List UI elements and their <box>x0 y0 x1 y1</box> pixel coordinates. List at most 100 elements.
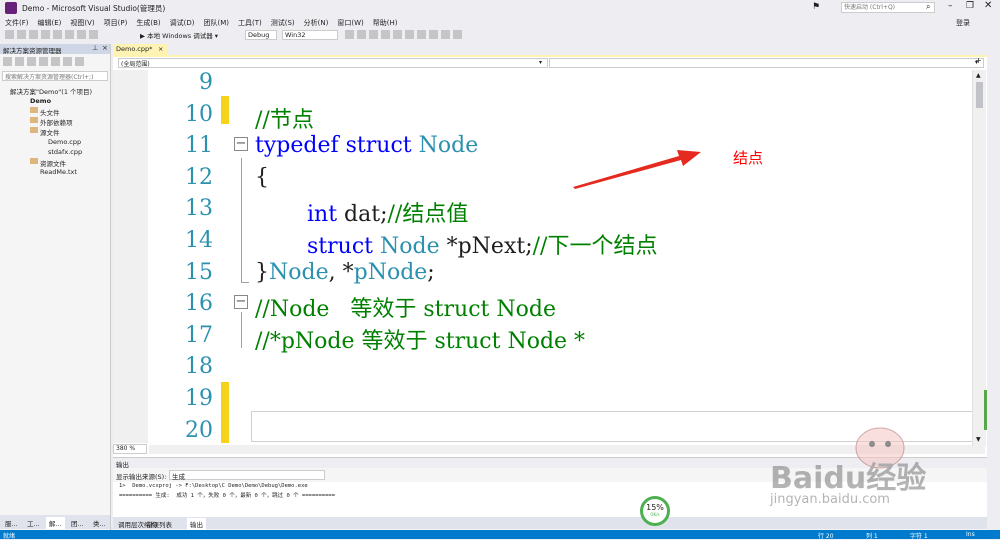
tool-icon[interactable] <box>345 30 354 39</box>
collapse-button[interactable]: − <box>234 295 248 309</box>
folder-icons <box>30 107 38 168</box>
properties-icon[interactable] <box>63 57 72 66</box>
collapse-button[interactable]: − <box>234 137 248 151</box>
code-line[interactable]: { <box>255 165 269 190</box>
scroll-up-icon[interactable]: ▲ <box>976 72 981 79</box>
tree-source[interactable]: 源文件 <box>40 127 60 137</box>
split-icon[interactable]: + <box>975 56 982 65</box>
bookmark-icon[interactable] <box>429 30 438 39</box>
code-line[interactable]: //节点 <box>255 102 314 134</box>
menu-item[interactable]: 编辑(E) <box>38 18 62 28</box>
tree-demo-cpp[interactable]: Demo.cpp <box>48 138 81 146</box>
menu-item[interactable]: 工具(T) <box>238 18 262 28</box>
line-number: 14 <box>185 228 213 253</box>
forward-icon[interactable] <box>15 57 24 66</box>
watermark: Baidu经验 jingyan.baidu.com <box>770 418 970 528</box>
notification-icon[interactable]: ⚑ <box>812 2 820 12</box>
code-token: } <box>255 259 269 285</box>
menu-item[interactable]: 帮助(H) <box>373 18 398 28</box>
scroll-down-icon[interactable]: ▼ <box>976 436 981 443</box>
panel-tab[interactable]: 解... <box>46 517 65 529</box>
show-all-icon[interactable] <box>75 57 84 66</box>
tab-close-icon[interactable]: × <box>158 45 163 53</box>
vertical-scrollbar[interactable]: + ▲ ▼ <box>972 56 987 446</box>
redo-icon[interactable] <box>89 30 98 39</box>
line-number: 11 <box>185 133 213 159</box>
minimize-button[interactable]: – <box>948 1 953 11</box>
code-line[interactable]: int dat;//结点值 <box>307 196 468 228</box>
status-mode: Ins <box>966 531 975 538</box>
line-number: 10 <box>185 101 213 127</box>
member-dropdown[interactable]: ▾ <box>549 58 984 68</box>
output-tab[interactable]: 错误列表 <box>143 518 175 530</box>
bookmark-icon[interactable] <box>417 30 426 39</box>
output-source-select[interactable]: 生成 <box>169 470 325 481</box>
menu-item[interactable]: 项目(P) <box>104 18 128 28</box>
menu-item[interactable]: 生成(B) <box>136 18 160 28</box>
back-icon[interactable] <box>5 30 14 39</box>
new-project-icon[interactable] <box>29 30 38 39</box>
tree-readme[interactable]: ReadMe.txt <box>40 168 77 176</box>
quick-launch-input[interactable]: 快速启动 (Ctrl+Q) <box>841 2 935 13</box>
close-icon[interactable]: × <box>102 44 108 52</box>
editor-tab[interactable]: Demo.cpp* × <box>113 44 167 55</box>
save-icon[interactable] <box>53 30 62 39</box>
pin-icon[interactable]: ⊥ <box>92 44 98 52</box>
comment-token: //结点值 <box>387 202 469 228</box>
code-editor[interactable]: Demo.cpp* × (全局范围) ▾ ▾ − − 380 % 9 10 //节点… <box>113 44 987 457</box>
tree-resources[interactable]: 资源文件 <box>40 158 66 168</box>
panel-tab[interactable]: 类... <box>90 517 109 529</box>
code-line[interactable]: typedef struct Node <box>255 133 478 158</box>
menu-item[interactable]: 视图(V) <box>70 18 94 28</box>
login-link[interactable]: 登录 <box>956 18 970 28</box>
output-source-label: 显示输出来源(S): <box>116 473 167 481</box>
tool-icon[interactable] <box>369 30 378 39</box>
scope-dropdown[interactable]: (全局范围) ▾ <box>118 58 548 68</box>
panel-tab[interactable]: 服... <box>2 517 21 529</box>
menu-item[interactable]: 窗口(W) <box>337 18 363 28</box>
tree-external[interactable]: 外部依赖项 <box>40 117 73 127</box>
panel-tab[interactable]: 团... <box>68 517 87 529</box>
code-line[interactable]: //Node 等效于 struct Node <box>255 291 556 323</box>
menu-item[interactable]: 分析(N) <box>304 18 329 28</box>
home-icon[interactable] <box>27 57 36 66</box>
undo-icon[interactable] <box>77 30 86 39</box>
debugger-button[interactable]: ▶ 本地 Windows 调试器 ▾ <box>140 30 218 40</box>
forward-icon[interactable] <box>17 30 26 39</box>
tree-solution[interactable]: 解决方案"Demo"(1 个项目) <box>10 86 92 96</box>
tool-icon[interactable] <box>393 30 402 39</box>
menu-item[interactable]: 测试(S) <box>271 18 295 28</box>
save-all-icon[interactable] <box>65 30 74 39</box>
bookmark-icon[interactable] <box>405 30 414 39</box>
collapse-icon[interactable] <box>51 57 60 66</box>
keyword-token: struct <box>345 133 412 159</box>
code-line[interactable]: struct Node *pNext;//下一个结点 <box>307 228 657 260</box>
tree-project[interactable]: Demo <box>30 97 51 105</box>
title-bar: Demo - Microsoft Visual Studio(管理员) ⚑ 快速… <box>0 0 1000 16</box>
output-tab[interactable]: 输出 <box>187 518 206 530</box>
sync-icon[interactable] <box>39 57 48 66</box>
back-icon[interactable] <box>3 57 12 66</box>
tool-icon[interactable] <box>357 30 366 39</box>
bookmark-icon[interactable] <box>453 30 462 39</box>
menu-item[interactable]: 调试(D) <box>170 18 195 28</box>
config-select[interactable]: Debug <box>245 30 277 40</box>
code-line[interactable]: //*pNode 等效于 struct Node * <box>255 323 585 355</box>
bookmark-icon[interactable] <box>441 30 450 39</box>
tree-headers[interactable]: 头文件 <box>40 107 60 117</box>
zoom-select[interactable]: 380 % <box>113 444 147 454</box>
search-input[interactable]: 搜索解决方案资源管理器(Ctrl+;) <box>2 71 108 81</box>
editor-tab-strip <box>113 55 987 57</box>
search-icon[interactable]: ⌕ <box>926 2 930 12</box>
tool-icon[interactable] <box>381 30 390 39</box>
platform-select[interactable]: Win32 <box>282 30 338 40</box>
menu-item[interactable]: 团队(M) <box>203 18 229 28</box>
code-line[interactable]: }Node, *pNode; <box>255 260 435 285</box>
panel-tab[interactable]: 工... <box>24 517 43 529</box>
close-button[interactable]: ✕ <box>984 0 992 11</box>
open-icon[interactable] <box>41 30 50 39</box>
menu-item[interactable]: 文件(F) <box>5 18 29 28</box>
restore-button[interactable]: ❐ <box>966 1 974 11</box>
tree-stdafx-cpp[interactable]: stdafx.cpp <box>48 148 82 156</box>
scroll-thumb[interactable] <box>976 82 983 108</box>
